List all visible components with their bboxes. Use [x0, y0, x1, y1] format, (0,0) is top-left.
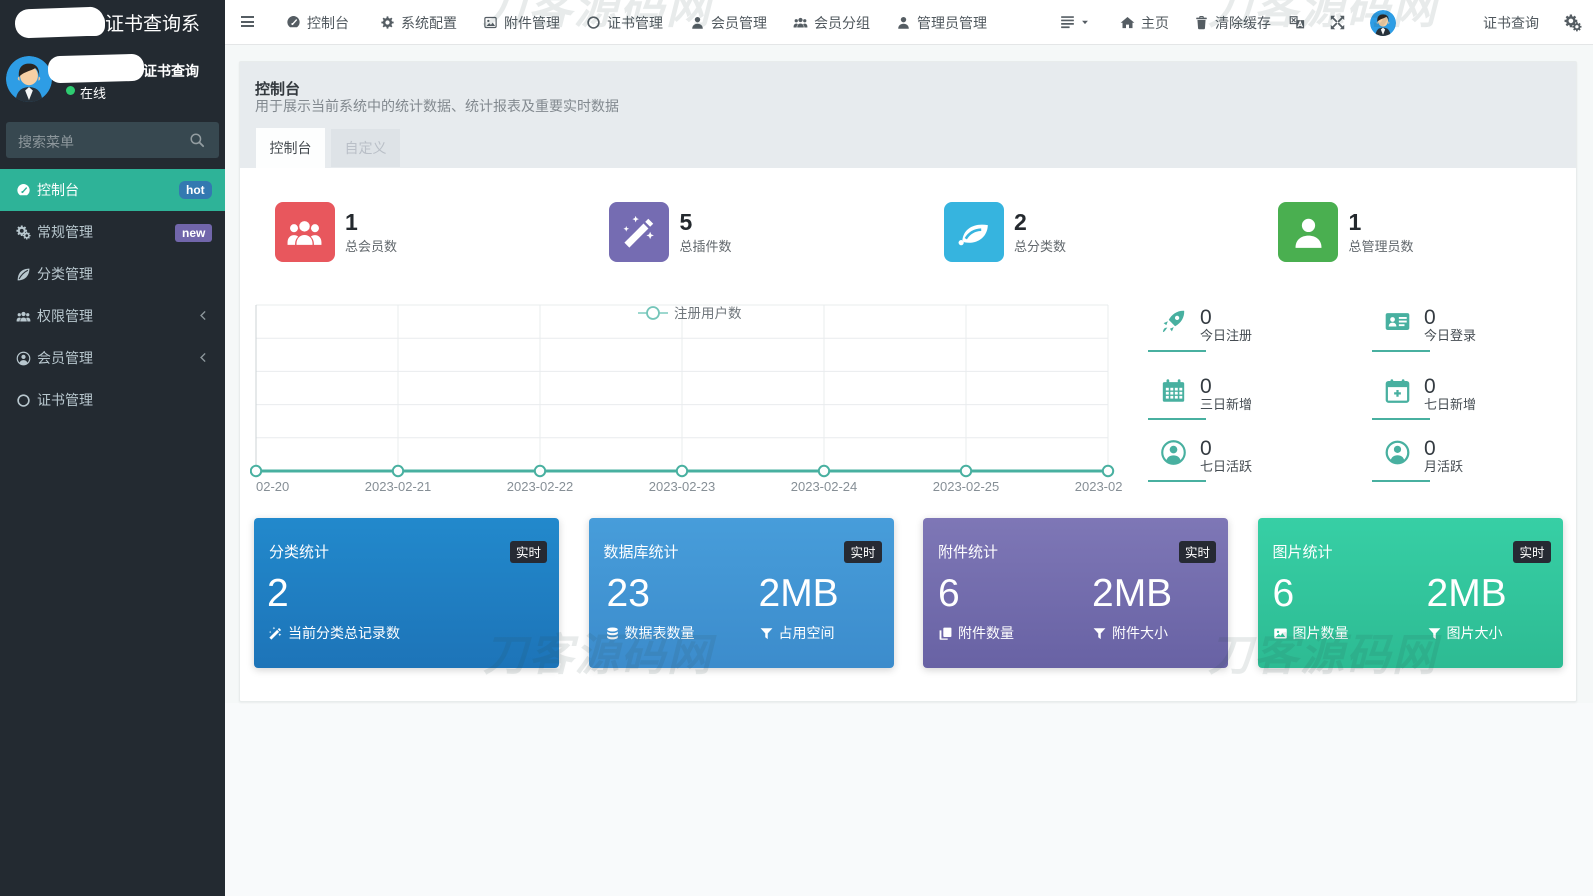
svg-text:2023-02-21: 2023-02-21: [365, 479, 432, 494]
svg-text:2023-02-25: 2023-02-25: [933, 479, 1000, 494]
svg-text:2023-02-26: 2023-02-26: [1075, 479, 1122, 494]
svg-text:注册用户数: 注册用户数: [674, 305, 742, 321]
svg-text:2023-02-24: 2023-02-24: [791, 479, 858, 494]
svg-text:2023-02-22: 2023-02-22: [507, 479, 574, 494]
svg-text:2023-02-23: 2023-02-23: [649, 479, 716, 494]
svg-text:02-20: 02-20: [256, 479, 289, 494]
